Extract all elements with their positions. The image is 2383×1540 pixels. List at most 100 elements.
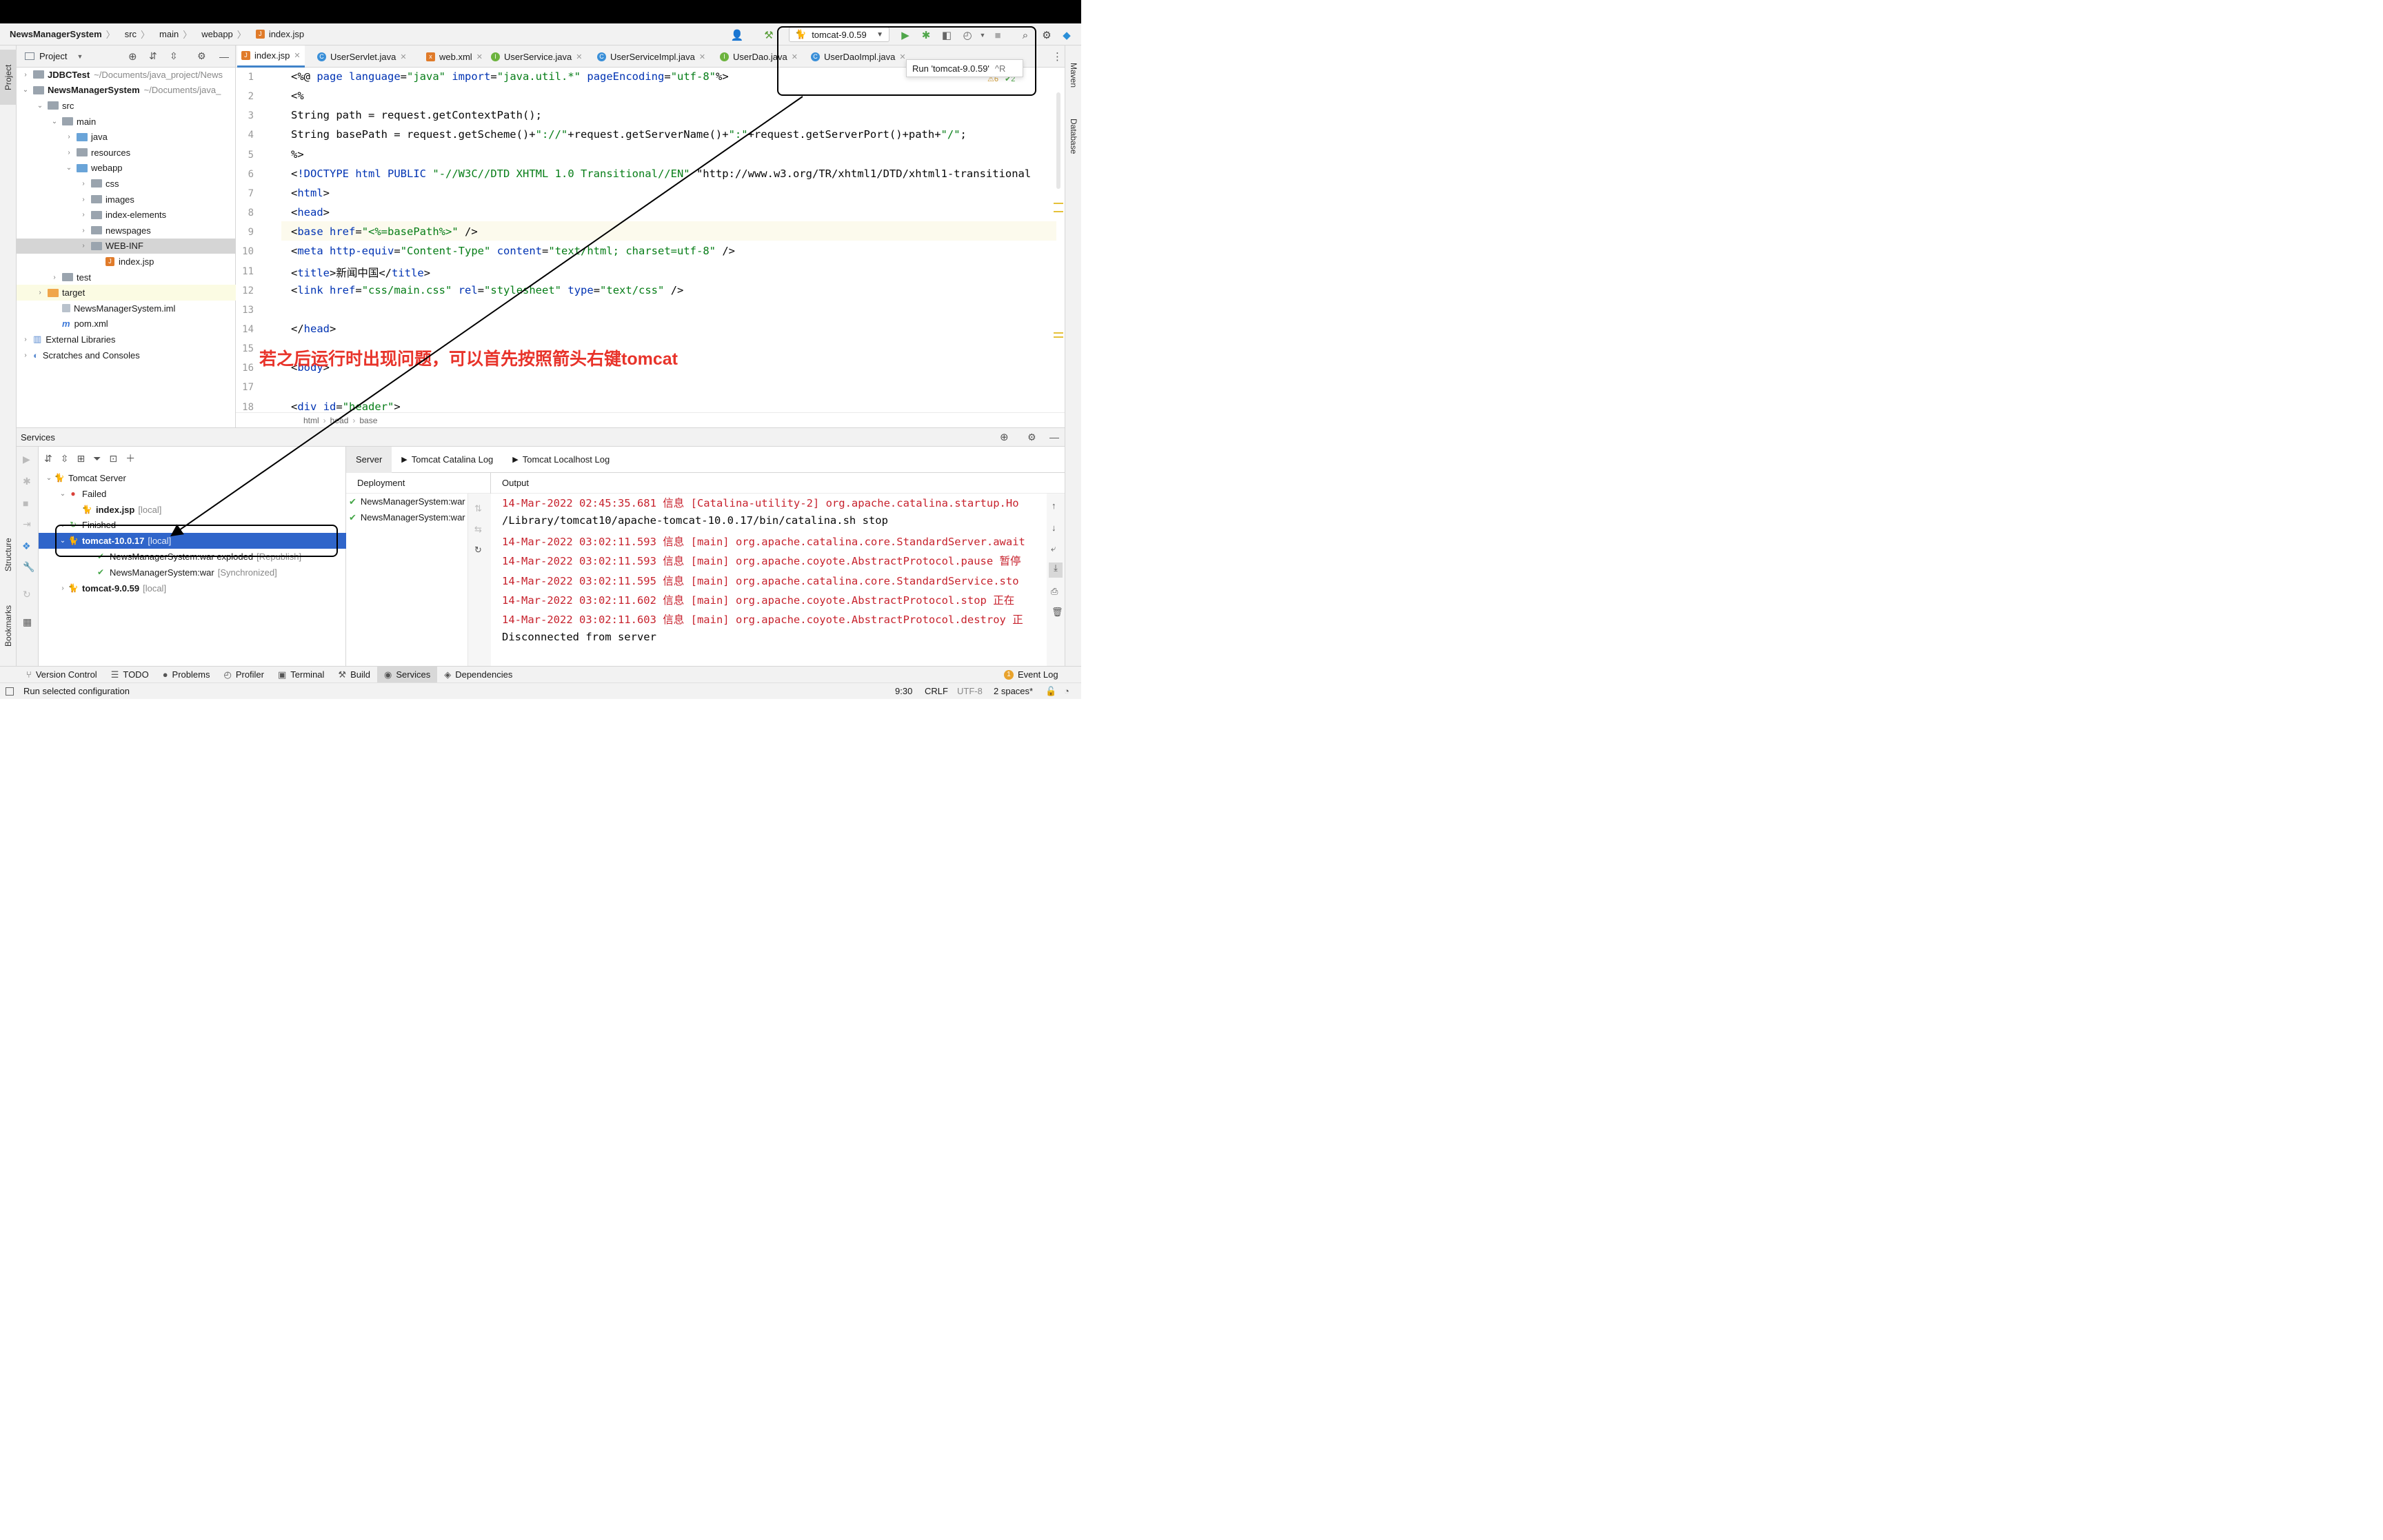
warning-stripe[interactable] [1054, 211, 1063, 212]
scroll-to-end-icon[interactable]: ⤓ [1049, 563, 1063, 578]
wrench-icon[interactable]: 🔧 [23, 561, 34, 573]
editor-tab[interactable]: x web.xml ✕ [422, 45, 487, 68]
tool-tab-todo[interactable]: ☰ TODO [104, 667, 156, 683]
expand-arrow-icon[interactable]: › [79, 196, 88, 203]
tool-tab-build[interactable]: ⚒ Build [331, 667, 377, 683]
build-hammer-icon[interactable]: ⚒ [763, 29, 775, 41]
expand-arrow-icon[interactable]: › [79, 242, 88, 250]
project-tree-item[interactable]: › ◐ Scratches and Consoles [17, 347, 236, 363]
expand-arrow-icon[interactable]: ⌄ [21, 86, 30, 94]
tool-tab-profiler[interactable]: ◴ Profiler [217, 667, 271, 683]
editor-scrollbar[interactable] [1056, 92, 1060, 189]
user-icon[interactable]: 👤 [731, 29, 744, 41]
close-icon[interactable]: ✕ [400, 52, 406, 61]
more-tabs-icon[interactable]: ⋮ [1052, 50, 1063, 63]
close-icon[interactable]: ✕ [576, 52, 582, 61]
project-tree-item[interactable]: › resources [17, 145, 236, 161]
tool-tab-terminal[interactable]: ▣ Terminal [271, 667, 331, 683]
memory-indicator-icon[interactable]: ◔ [1064, 686, 1069, 696]
up-arrow-icon[interactable]: ↑ [1052, 500, 1056, 511]
deploy-icon[interactable]: ⇅ [474, 503, 482, 514]
tool-tab-version-control[interactable]: ⑂ Version Control [19, 667, 104, 683]
refresh-icon[interactable]: ↻ [474, 545, 482, 556]
project-tree-item[interactable]: › JDBCTest ~/Documents/java_project/News [17, 67, 236, 83]
soft-wrap-icon[interactable]: ⤶ [1051, 543, 1056, 554]
warning-stripe[interactable] [1054, 332, 1063, 334]
project-tree-item[interactable]: ⌄ webapp [17, 161, 236, 176]
debug-icon[interactable]: ✱ [23, 476, 31, 487]
services-diamond-icon[interactable]: ❖ [22, 540, 31, 552]
settings-gear-icon[interactable]: ⚙ [197, 50, 206, 62]
stop-icon[interactable]: ■ [23, 498, 28, 509]
chevron-down-icon[interactable]: ▼ [77, 53, 83, 60]
filter-icon[interactable]: ⏷ [93, 453, 101, 465]
expand-arrow-icon[interactable]: › [64, 133, 74, 141]
deployment-item[interactable]: ✔ NewsManagerSystem:war [346, 494, 467, 509]
line-separator[interactable]: CRLF [925, 686, 948, 696]
project-tree-item[interactable]: › target [17, 285, 236, 301]
status-window-icon[interactable] [6, 687, 14, 696]
tab-localhost-log[interactable]: ▶ Tomcat Localhost Log [503, 447, 619, 473]
layout-icon[interactable]: ▦ [23, 616, 32, 628]
project-tree-item[interactable]: m pom.xml [17, 316, 236, 332]
editor-crumb-base[interactable]: base [359, 416, 377, 425]
deploy-icon[interactable]: ⇥ [23, 518, 31, 530]
down-arrow-icon[interactable]: ↓ [1052, 523, 1056, 533]
close-icon[interactable]: ✕ [476, 52, 483, 61]
caret-position[interactable]: 9:30 [895, 686, 912, 696]
expand-arrow-icon[interactable]: › [21, 352, 30, 359]
deployment-item[interactable]: ✔ NewsManagerSystem:war [346, 509, 467, 525]
project-tree-item[interactable]: › images [17, 192, 236, 207]
hide-panel-icon[interactable]: — [219, 51, 229, 62]
service-tree-item[interactable]: ✔ NewsManagerSystem:war [Synchronized] [39, 565, 346, 580]
refresh-icon[interactable]: ↻ [23, 589, 31, 600]
expand-arrow-icon[interactable]: › [79, 227, 88, 234]
editor-tab[interactable]: I UserService.java ✕ [487, 45, 586, 68]
expand-arrow-icon[interactable]: ⌄ [44, 474, 54, 482]
project-tree-item[interactable]: › WEB-INF [17, 238, 236, 254]
project-tree-item[interactable]: › test [17, 270, 236, 285]
editor-tab[interactable]: Jindex.jsp ✕ [237, 45, 305, 68]
expand-arrow-icon[interactable]: › [58, 585, 68, 592]
settings-gear-icon[interactable]: ⚙ [1027, 432, 1036, 443]
expand-arrow-icon[interactable]: ⌄ [50, 118, 59, 125]
expand-arrow-icon[interactable]: › [35, 289, 45, 296]
project-tree-item[interactable]: › java [17, 129, 236, 145]
expand-arrow-icon[interactable]: › [64, 149, 74, 156]
breadcrumb-webapp[interactable]: webapp [201, 29, 233, 39]
tool-tab-database[interactable]: Database [1065, 109, 1082, 164]
project-tree-item[interactable]: Jindex.jsp [17, 254, 236, 270]
group-icon[interactable]: ⊞ [77, 453, 85, 465]
collapse-all-icon[interactable]: ⇳ [170, 50, 178, 62]
project-tree-item[interactable]: › newspages [17, 223, 236, 239]
new-service-icon[interactable]: ⊡ [109, 453, 117, 465]
expand-arrow-icon[interactable]: › [79, 180, 88, 188]
breadcrumb-src[interactable]: src [125, 29, 137, 39]
indent-setting[interactable]: 2 spaces* [994, 686, 1033, 696]
print-icon[interactable]: ⎙ [1051, 586, 1058, 597]
tool-tab-event-log[interactable]: 1 Event Log [997, 667, 1065, 683]
tool-tab-bookmarks[interactable]: Bookmarks [0, 593, 17, 659]
lock-icon[interactable]: 🔓 [1045, 686, 1056, 697]
editor-crumb-head[interactable]: head [330, 416, 349, 425]
editor-tab[interactable]: C UserServlet.java ✕ [313, 45, 411, 68]
tool-tab-maven[interactable]: Maven [1065, 51, 1082, 99]
tab-catalina-log[interactable]: ▶ Tomcat Catalina Log [392, 447, 503, 473]
file-encoding[interactable]: UTF-8 [957, 686, 983, 696]
warning-stripe[interactable] [1054, 203, 1063, 204]
tool-tab-services[interactable]: ◉ Services [377, 666, 438, 683]
editor-crumb-html[interactable]: html [303, 416, 319, 425]
warning-stripe[interactable] [1054, 336, 1063, 338]
tool-tab-problems[interactable]: ● Problems [156, 667, 217, 683]
hide-panel-icon[interactable]: — [1049, 432, 1059, 443]
project-tree-item[interactable]: › ▥ External Libraries [17, 332, 236, 347]
expand-arrow-icon[interactable]: › [79, 211, 88, 219]
run-icon[interactable]: ▶ [23, 454, 30, 465]
collapse-all-icon[interactable]: ⇳ [61, 453, 69, 465]
breadcrumb-file[interactable]: Jindex.jsp [255, 29, 304, 39]
expand-arrow-icon[interactable]: ⌄ [35, 102, 45, 110]
expand-arrow-icon[interactable]: › [21, 336, 30, 343]
tool-tab-project[interactable]: Project [0, 50, 17, 105]
project-tree-item[interactable]: ⌄ src [17, 98, 236, 114]
locate-target-icon[interactable]: ⊕ [128, 50, 137, 63]
